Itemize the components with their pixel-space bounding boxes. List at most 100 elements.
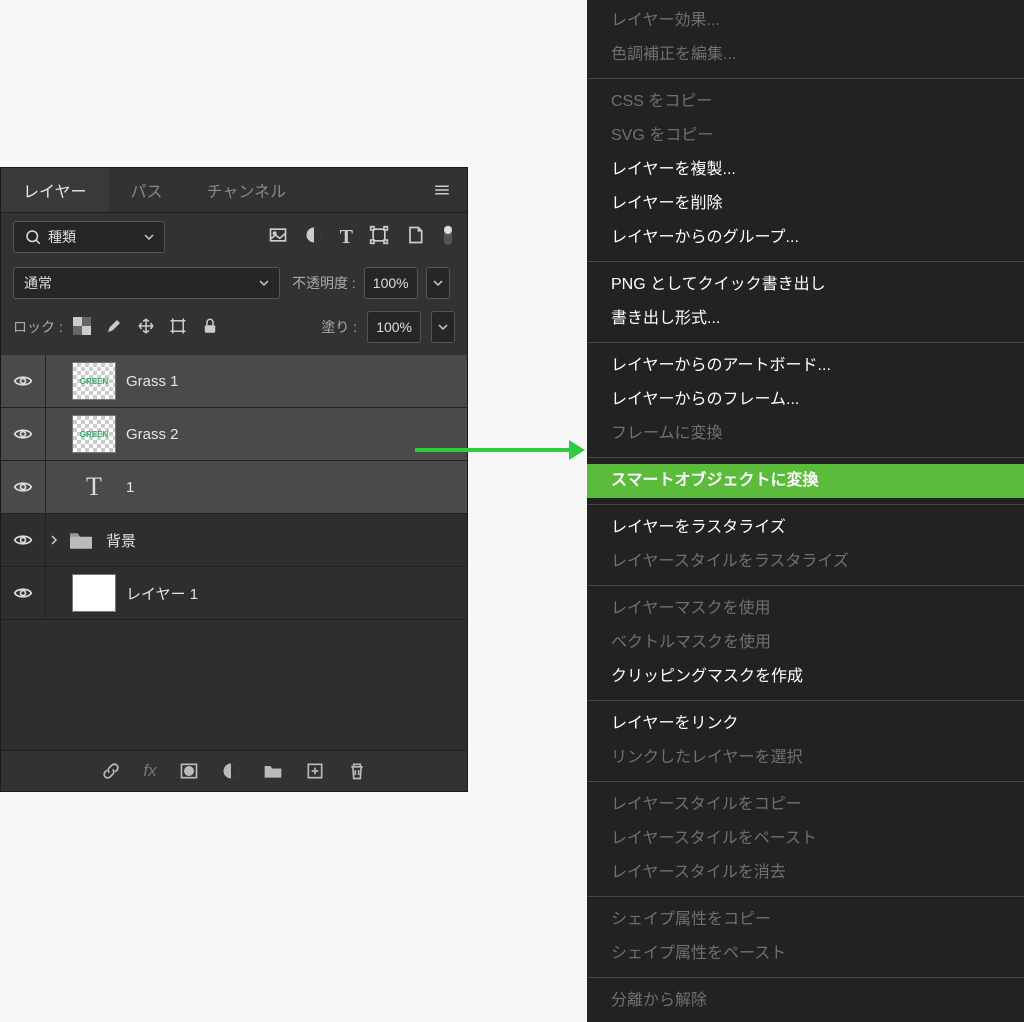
menu-item: シェイプ属性をペースト: [587, 937, 1024, 971]
menu-separator: [587, 585, 1024, 586]
panel-menu-icon[interactable]: [417, 168, 467, 212]
menu-item[interactable]: 書き出し形式...: [587, 302, 1024, 336]
lock-all-icon[interactable]: [201, 317, 219, 338]
menu-separator: [587, 78, 1024, 79]
menu-item[interactable]: PNG としてクイック書き出し: [587, 268, 1024, 302]
layer-thumbnail[interactable]: GREEN: [72, 362, 116, 400]
menu-separator: [587, 457, 1024, 458]
lock-row: ロック : 塗り : 100%: [1, 305, 467, 355]
blend-mode-value: 通常: [24, 273, 52, 293]
menu-separator: [587, 504, 1024, 505]
menu-separator: [587, 342, 1024, 343]
lock-pixels-icon[interactable]: [105, 317, 123, 338]
filter-adjustment-icon[interactable]: [304, 225, 324, 250]
lock-artboard-icon[interactable]: [169, 317, 187, 338]
new-layer-icon[interactable]: [305, 761, 325, 781]
layer-thumbnail[interactable]: [72, 574, 116, 612]
menu-separator: [587, 781, 1024, 782]
blend-row: 通常 不透明度 : 100%: [1, 261, 467, 305]
filter-kind-dropdown[interactable]: 種類: [13, 221, 165, 253]
layer-style-icon[interactable]: fx: [143, 761, 156, 781]
visibility-toggle[interactable]: [1, 461, 46, 513]
opacity-chevron[interactable]: [426, 267, 450, 299]
filter-shape-icon[interactable]: [369, 225, 389, 250]
menu-item[interactable]: レイヤーをリンク: [587, 707, 1024, 741]
layer-item-grass1[interactable]: GREEN Grass 1: [1, 355, 467, 408]
tab-paths[interactable]: パス: [109, 168, 185, 212]
menu-item: レイヤースタイルを消去: [587, 856, 1024, 890]
menu-item: レイヤースタイルをコピー: [587, 788, 1024, 822]
layer-context-menu: レイヤー効果...色調補正を編集... CSS をコピーSVG をコピーレイヤーを…: [587, 0, 1024, 1022]
menu-item: 分離から解除: [587, 984, 1024, 1018]
panel-bottom-bar: fx: [1, 750, 467, 791]
fill-label: 塗り :: [321, 317, 357, 337]
new-group-icon[interactable]: [263, 761, 283, 781]
menu-item: SVG をコピー: [587, 119, 1024, 153]
lock-transparency-icon[interactable]: [73, 317, 91, 338]
layer-name[interactable]: レイヤー 1: [126, 583, 198, 604]
menu-item[interactable]: レイヤーをラスタライズ: [587, 511, 1024, 545]
panel-tabs: レイヤー パス チャンネル: [1, 168, 467, 213]
visibility-toggle[interactable]: [1, 355, 46, 407]
menu-item[interactable]: レイヤーからのグループ...: [587, 221, 1024, 255]
menu-item: リンクしたレイヤーを選択: [587, 741, 1024, 775]
lock-label: ロック :: [13, 317, 63, 337]
fill-value[interactable]: 100%: [367, 311, 421, 343]
filter-pixel-icon[interactable]: [268, 225, 288, 250]
annotation-arrow: [415, 440, 585, 460]
type-layer-icon[interactable]: T: [72, 468, 116, 506]
fill-chevron[interactable]: [431, 311, 455, 343]
link-layers-icon[interactable]: [101, 761, 121, 781]
layer-name[interactable]: 背景: [106, 530, 136, 551]
adjustment-layer-icon[interactable]: [221, 761, 241, 781]
visibility-toggle[interactable]: [1, 567, 46, 619]
filter-type-icon[interactable]: T: [340, 226, 353, 249]
layers-panel: レイヤー パス チャンネル 種類 T 通常 不透明度 : 10: [0, 167, 468, 792]
menu-separator: [587, 700, 1024, 701]
filter-kind-label: 種類: [48, 227, 76, 247]
menu-item[interactable]: クリッピングマスクを作成: [587, 660, 1024, 694]
visibility-toggle[interactable]: [1, 408, 46, 460]
menu-item: レイヤースタイルをラスタライズ: [587, 545, 1024, 579]
visibility-toggle[interactable]: [1, 514, 46, 566]
menu-separator: [587, 896, 1024, 897]
opacity-label: 不透明度 :: [292, 273, 356, 293]
menu-item: レイヤースタイルをペースト: [587, 822, 1024, 856]
menu-separator: [587, 261, 1024, 262]
layer-item-type1[interactable]: T 1: [1, 461, 467, 514]
menu-item[interactable]: レイヤーを削除: [587, 187, 1024, 221]
menu-item[interactable]: レイヤーからのフレーム...: [587, 383, 1024, 417]
add-mask-icon[interactable]: [179, 761, 199, 781]
menu-item: 色調補正を編集...: [587, 38, 1024, 72]
layer-item-grass2[interactable]: GREEN Grass 2: [1, 408, 467, 461]
filter-row: 種類 T: [1, 213, 467, 261]
tab-layers[interactable]: レイヤー: [1, 168, 109, 212]
filter-toggle-icon[interactable]: [441, 223, 455, 252]
folder-icon: [66, 528, 96, 552]
menu-item: レイヤーマスクを使用: [587, 592, 1024, 626]
delete-layer-icon[interactable]: [347, 761, 367, 781]
layer-name[interactable]: Grass 2: [126, 426, 179, 443]
menu-separator: [587, 977, 1024, 978]
blend-mode-dropdown[interactable]: 通常: [13, 267, 280, 299]
group-expand-icon[interactable]: [46, 535, 62, 545]
menu-item: シェイプ属性をコピー: [587, 903, 1024, 937]
layer-list: GREEN Grass 1 GREEN Grass 2 T 1: [1, 355, 467, 750]
layer-item-bg-group[interactable]: 背景: [1, 514, 467, 567]
layer-thumbnail[interactable]: GREEN: [72, 415, 116, 453]
menu-item: フレームに変換: [587, 417, 1024, 451]
layer-name[interactable]: 1: [126, 479, 134, 496]
opacity-value[interactable]: 100%: [364, 267, 418, 299]
layer-item-layer1[interactable]: レイヤー 1: [1, 567, 467, 620]
tab-channels[interactable]: チャンネル: [185, 168, 309, 212]
menu-item[interactable]: レイヤーを複製...: [587, 153, 1024, 187]
lock-position-icon[interactable]: [137, 317, 155, 338]
menu-item: CSS をコピー: [587, 85, 1024, 119]
menu-item: ベクトルマスクを使用: [587, 626, 1024, 660]
layer-name[interactable]: Grass 1: [126, 373, 179, 390]
filter-smartobject-icon[interactable]: [405, 225, 425, 250]
layer-list-empty: [1, 620, 467, 750]
menu-item: レイヤー効果...: [587, 4, 1024, 38]
menu-item[interactable]: スマートオブジェクトに変換: [587, 464, 1024, 498]
menu-item[interactable]: レイヤーからのアートボード...: [587, 349, 1024, 383]
